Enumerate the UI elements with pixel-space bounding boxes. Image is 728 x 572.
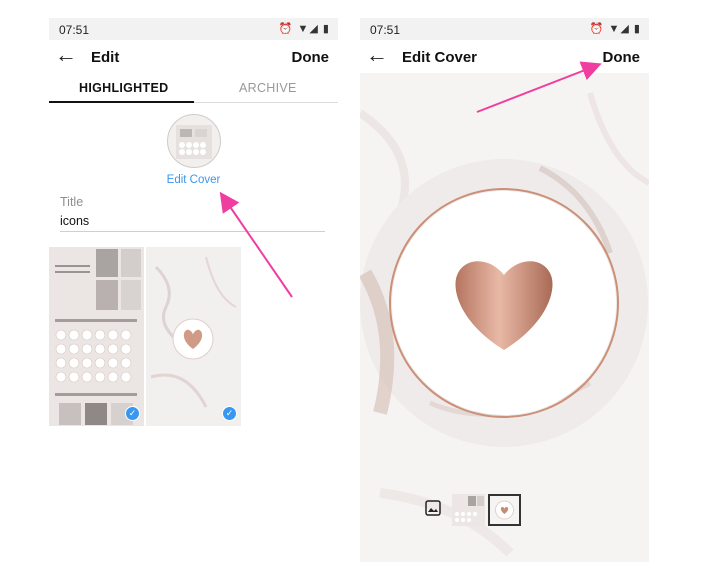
image-icon[interactable] [425, 500, 441, 521]
page-title: Edit Cover [402, 49, 478, 66]
cover-option-1[interactable] [452, 494, 485, 526]
status-bar: 07:51 ⏰ ▼◢ ▮ [360, 18, 649, 40]
highlight-edit-screen: 07:51 ⏰ ▼◢ ▮ ← Edit Done HIGHLIGHTED ARC… [49, 18, 338, 562]
tab-bar: HIGHLIGHTED ARCHIVE [49, 73, 338, 103]
tab-highlighted[interactable]: HIGHLIGHTED [79, 81, 168, 95]
cover-option-2-selected[interactable] [488, 494, 521, 526]
status-time: 07:51 [59, 23, 90, 37]
tab-archive[interactable]: ARCHIVE [239, 81, 297, 95]
check-icon: ✓ [222, 406, 237, 421]
edit-cover-link[interactable]: Edit Cover [49, 174, 338, 186]
status-icons: ⏰ ▼◢ ▮ [278, 23, 330, 35]
status-time: 07:51 [370, 23, 401, 37]
top-bar: ← Edit Done [49, 40, 338, 73]
status-bar: 07:51 ⏰ ▼◢ ▮ [49, 18, 338, 40]
back-arrow-icon[interactable]: ← [366, 44, 388, 66]
title-input[interactable] [60, 211, 325, 232]
edit-cover-screen: 07:51 ⏰ ▼◢ ▮ ← Edit Cover Done [360, 18, 649, 562]
status-icons: ⏰ ▼◢ ▮ [589, 23, 641, 35]
done-button[interactable]: Done [292, 49, 330, 66]
title-label: Title [60, 195, 84, 209]
highlight-cover-thumbnail[interactable] [167, 114, 221, 168]
cover-picker-bar [360, 488, 649, 528]
back-arrow-icon[interactable]: ← [55, 44, 77, 66]
done-button[interactable]: Done [603, 49, 641, 66]
page-title: Edit [91, 49, 120, 66]
top-bar: ← Edit Cover Done [360, 40, 649, 73]
tab-active-indicator [49, 101, 194, 103]
story-thumbnail-1[interactable]: ✓ [49, 247, 144, 426]
story-thumbnail-2[interactable]: ✓ [146, 247, 241, 426]
check-icon: ✓ [125, 406, 140, 421]
